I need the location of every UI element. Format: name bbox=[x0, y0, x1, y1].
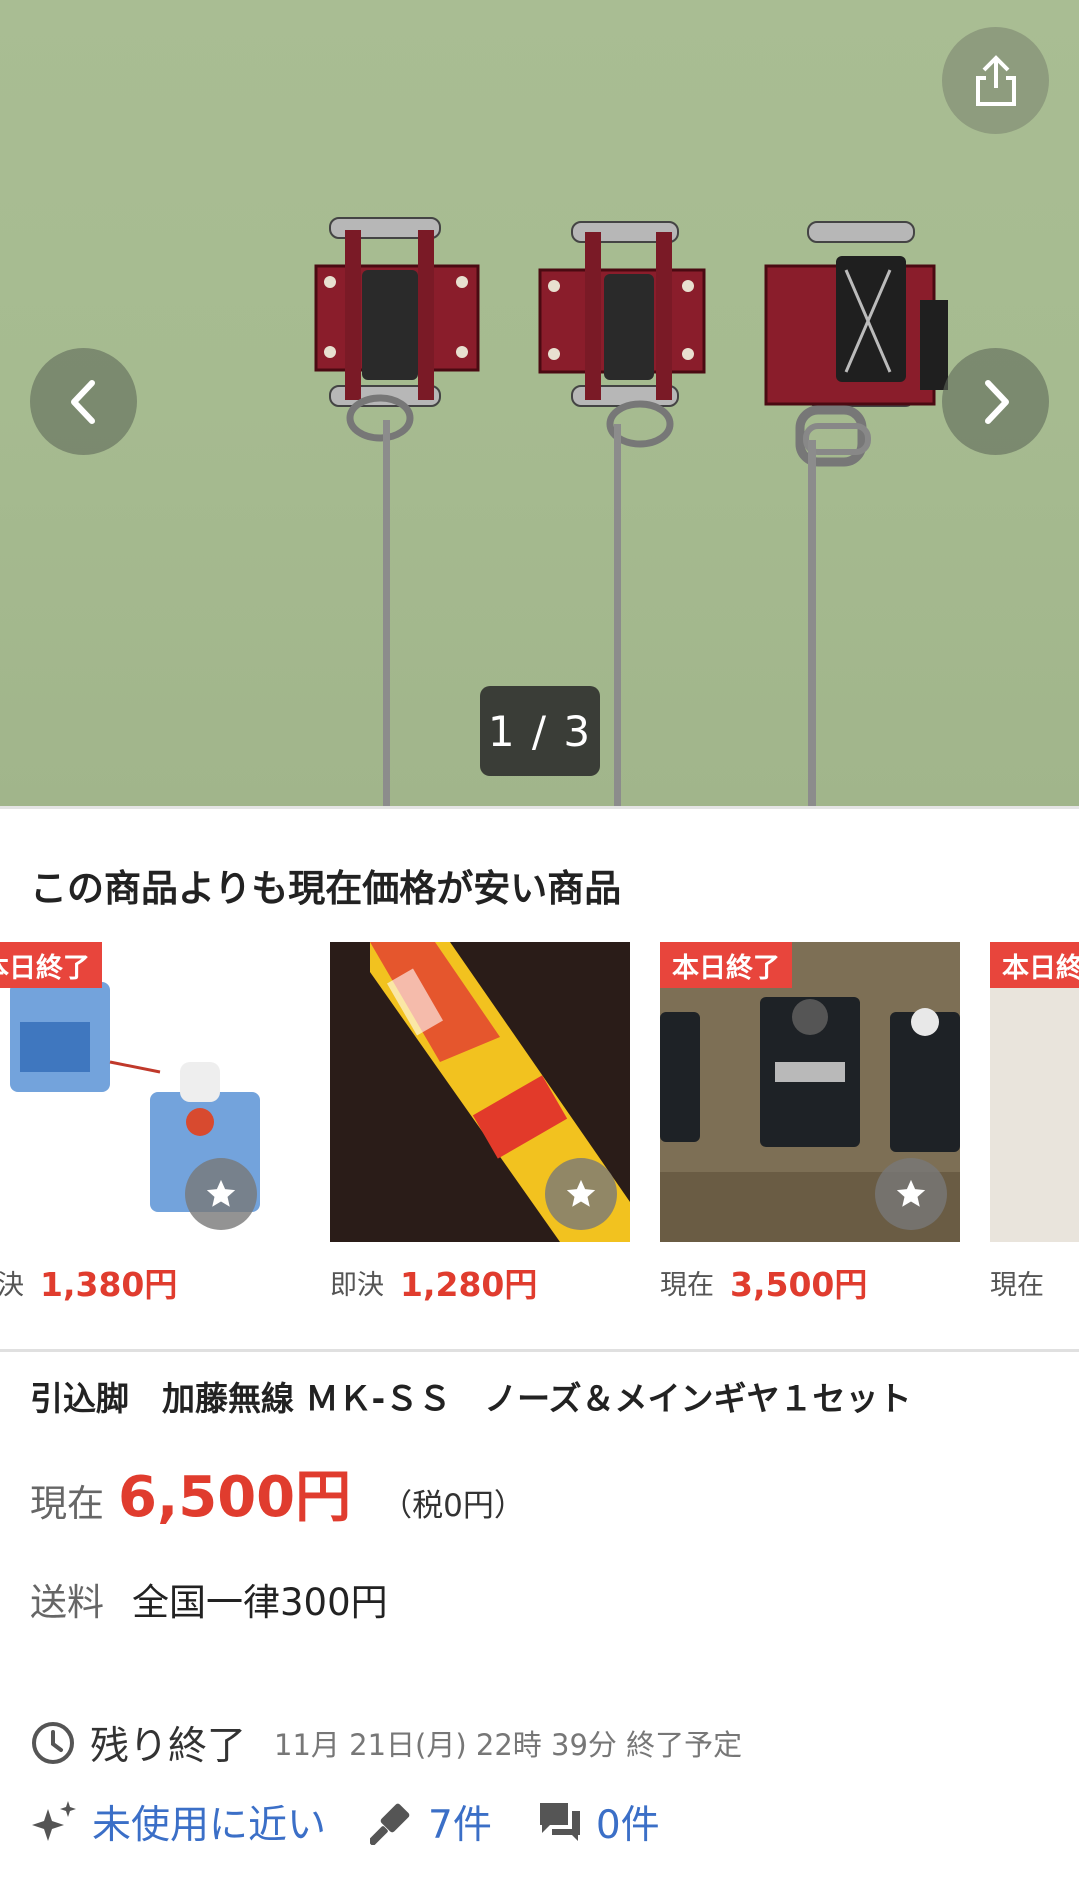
recommend-card[interactable]: 本日終了 即決 1,380円 bbox=[0, 942, 270, 1304]
recommend-card[interactable]: 本日終了 現在 bbox=[990, 942, 1079, 1302]
recommend-price: 現在 3,500円 bbox=[660, 1260, 867, 1304]
question-count: 0件 bbox=[595, 1803, 660, 1848]
favorite-button[interactable] bbox=[185, 1158, 257, 1230]
time-remaining-row: 残り終了 11月 21日(月) 22時 39分 終了予定 bbox=[30, 1715, 742, 1771]
condition-link[interactable]: 未使用に近い bbox=[30, 1794, 326, 1850]
recommend-section-title: この商品よりも現在価格が安い商品 bbox=[30, 867, 622, 910]
price-type-label: 現在 bbox=[990, 1269, 1044, 1301]
star-icon bbox=[566, 1179, 596, 1207]
chevron-left-icon bbox=[70, 379, 95, 424]
price-value: 1,380円 bbox=[40, 1265, 178, 1304]
share-icon bbox=[975, 54, 1016, 106]
favorite-button[interactable] bbox=[545, 1158, 617, 1230]
condition-text: 未使用に近い bbox=[92, 1803, 327, 1848]
bid-count: 7件 bbox=[428, 1803, 492, 1848]
recommend-price: 即決 1,280円 bbox=[330, 1260, 537, 1304]
time-remaining-label: 残り終了 bbox=[90, 1724, 247, 1769]
price-type-label: 即決 bbox=[330, 1269, 384, 1301]
clock-icon bbox=[32, 1722, 74, 1764]
gavel-icon bbox=[370, 1803, 410, 1845]
sparkle-icon bbox=[32, 1801, 76, 1841]
item-title: 引込脚 加藤無線 ＭＫ-ＳＳ ノーズ＆メインギヤ１セット bbox=[30, 1379, 912, 1418]
recommend-card[interactable]: 即決 1,280円 bbox=[330, 942, 630, 1304]
shipping-value: 全国一律300円 bbox=[132, 1581, 388, 1624]
recommend-price: 即決 1,380円 bbox=[0, 1260, 177, 1304]
share-button[interactable] bbox=[942, 27, 1049, 134]
item-meta-row: 未使用に近い 7件 0件 bbox=[30, 1792, 704, 1852]
image-counter: 1 / 3 bbox=[480, 686, 600, 776]
recommend-price: 現在 bbox=[990, 1260, 1060, 1304]
current-price: 6,500円 bbox=[118, 1465, 352, 1530]
bids-link[interactable]: 7件 bbox=[370, 1794, 492, 1850]
landing-gear-right bbox=[764, 221, 948, 806]
price-type-label: 現在 bbox=[660, 1269, 714, 1301]
product-image-gallery[interactable]: 1 / 3 bbox=[0, 0, 1079, 806]
ending-today-badge: 本日終了 bbox=[0, 942, 102, 988]
star-icon bbox=[206, 1179, 236, 1207]
current-price-label: 現在 bbox=[30, 1482, 104, 1525]
price-type-label: 即決 bbox=[0, 1269, 24, 1301]
comment-icon bbox=[539, 1803, 580, 1841]
shipping-label: 送料 bbox=[30, 1581, 104, 1624]
recommend-card[interactable]: 本日終了 現在 3,500円 bbox=[660, 942, 960, 1304]
recommend-carousel[interactable]: 本日終了 即決 1,380円 即決 1,280円 bbox=[0, 942, 1079, 1312]
ending-today-badge: 本日終了 bbox=[990, 942, 1079, 988]
divider bbox=[0, 1349, 1079, 1352]
price-value: 1,280円 bbox=[400, 1265, 538, 1304]
price-value: 3,500円 bbox=[730, 1265, 868, 1304]
landing-gear-left bbox=[314, 217, 480, 806]
next-image-button[interactable] bbox=[942, 348, 1049, 455]
current-price-row: 現在 6,500円 （税0円） bbox=[30, 1452, 525, 1533]
tax-amount: （税0円） bbox=[381, 1488, 525, 1524]
end-time: 11月 21日(月) 22時 39分 終了予定 bbox=[274, 1728, 743, 1762]
questions-link[interactable]: 0件 bbox=[536, 1794, 660, 1850]
star-icon bbox=[896, 1179, 926, 1207]
shipping-row: 送料 全国一律300円 bbox=[30, 1572, 388, 1626]
favorite-button[interactable] bbox=[875, 1158, 947, 1230]
chevron-right-icon bbox=[984, 379, 1009, 424]
previous-image-button[interactable] bbox=[30, 348, 137, 455]
divider bbox=[0, 806, 1079, 809]
ending-today-badge: 本日終了 bbox=[660, 942, 792, 988]
